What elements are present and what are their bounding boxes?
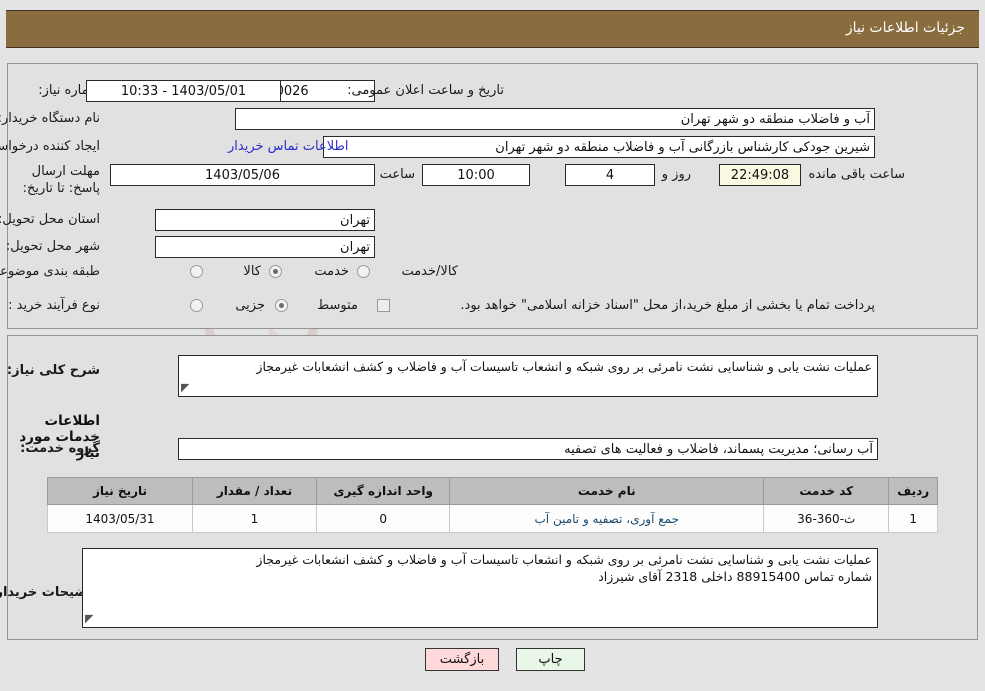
radio-process-medium[interactable] bbox=[275, 299, 288, 312]
cell-quantity: 1 bbox=[191, 504, 318, 533]
province-value[interactable]: تهران bbox=[155, 209, 375, 231]
resize-grip-icon[interactable]: ◥ bbox=[85, 610, 93, 627]
cell-need-date: 1403/05/31 bbox=[47, 504, 193, 533]
resize-grip-icon[interactable]: ◥ bbox=[181, 379, 189, 396]
table-header-row: ردیف کد خدمت نام خدمت واحد اندازه گیری ت… bbox=[47, 477, 938, 505]
buyer-contact-link[interactable]: اطلاعات تماس خریدار bbox=[228, 139, 348, 154]
cell-service-code: ث-360-36 bbox=[763, 504, 890, 533]
remaining-days-label: روز و bbox=[661, 167, 691, 182]
buyer-org-label: نام دستگاه خریدار: bbox=[0, 111, 100, 126]
city-label: شهر محل تحویل: bbox=[5, 239, 100, 254]
radio-category-goods-service-label: کالا/خدمت bbox=[401, 264, 458, 279]
col-unit: واحد اندازه گیری bbox=[315, 477, 451, 505]
print-button[interactable]: چاپ bbox=[516, 648, 585, 671]
summary-textarea[interactable]: عملیات نشت یابی و شناسایی نشت نامرئی بر … bbox=[178, 355, 878, 397]
radio-process-medium-label: متوسط bbox=[317, 298, 358, 313]
buyer-notes-line-1: عملیات نشت یابی و شناسایی نشت نامرئی بر … bbox=[256, 552, 872, 567]
buyer-notes-line-2: شماره تماس 88915400 داخلی 2318 آقای شیرز… bbox=[598, 569, 872, 584]
radio-category-goods-label: کالا bbox=[243, 264, 261, 279]
deadline-label: مهلت ارسال پاسخ: تا تاریخ: bbox=[22, 164, 100, 196]
remaining-days-value[interactable]: 4 bbox=[565, 164, 655, 186]
radio-process-minor[interactable] bbox=[190, 299, 203, 312]
summary-label: شرح کلی نیاز: bbox=[6, 363, 100, 378]
col-need-date: تاریخ نیاز bbox=[47, 477, 193, 505]
radio-category-goods-service[interactable] bbox=[357, 265, 370, 278]
announce-datetime-label: تاریخ و ساعت اعلان عمومی: bbox=[347, 83, 504, 98]
radio-category-service[interactable] bbox=[269, 265, 282, 278]
services-table: ردیف کد خدمت نام خدمت واحد اندازه گیری ت… bbox=[47, 477, 938, 533]
back-button[interactable]: بازگشت bbox=[425, 648, 499, 671]
city-value[interactable]: تهران bbox=[155, 236, 375, 258]
remaining-time-label: ساعت باقی مانده bbox=[808, 167, 905, 182]
table-row[interactable]: 1 ث-360-36 جمع آوری، تصفیه و تامین آب 0 … bbox=[47, 504, 938, 533]
treasury-bonds-checkbox[interactable] bbox=[377, 299, 390, 312]
buyer-notes-textarea[interactable]: عملیات نشت یابی و شناسایی نشت نامرئی بر … bbox=[82, 548, 878, 628]
cell-row-no: 1 bbox=[888, 504, 938, 533]
announce-datetime-value[interactable]: 1403/05/01 - 10:33 bbox=[86, 80, 281, 102]
page-root: AriaTender.net جزئیات اطلاعات نیاز شماره… bbox=[0, 0, 985, 691]
service-group-label: گروه خدمت: bbox=[20, 441, 100, 456]
cell-service-name: جمع آوری، تصفیه و تامین آب bbox=[449, 504, 765, 533]
need-info-panel bbox=[7, 63, 978, 329]
service-group-value[interactable]: آب رسانی؛ مدیریت پسماند، فاضلاب و فعالیت… bbox=[178, 438, 878, 460]
radio-category-service-label: خدمت bbox=[314, 264, 349, 279]
category-label: طبقه بندی موضوعی: bbox=[0, 264, 100, 279]
col-service-name: نام خدمت bbox=[449, 477, 765, 505]
cell-unit: 0 bbox=[315, 504, 451, 533]
col-service-code: کد خدمت bbox=[763, 477, 890, 505]
treasury-bonds-label: پرداخت تمام یا بخشی از مبلغ خرید،از محل … bbox=[460, 298, 875, 313]
summary-text: عملیات نشت یابی و شناسایی نشت نامرئی بر … bbox=[256, 359, 872, 374]
header-bar: جزئیات اطلاعات نیاز bbox=[6, 10, 979, 48]
buyer-org-value[interactable]: آب و فاضلاب منطقه دو شهر تهران bbox=[235, 108, 875, 130]
page-title: جزئیات اطلاعات نیاز bbox=[845, 20, 965, 36]
requester-value[interactable]: شیرین جودکی کارشناس بازرگانی آب و فاضلاب… bbox=[323, 136, 875, 158]
col-row-no: ردیف bbox=[888, 477, 938, 505]
radio-category-goods[interactable] bbox=[190, 265, 203, 278]
deadline-hour-value[interactable]: 10:00 bbox=[422, 164, 530, 186]
deadline-date-value[interactable]: 1403/05/06 bbox=[110, 164, 375, 186]
province-label: استان محل تحویل: bbox=[0, 212, 100, 227]
requester-label: ایجاد کننده درخواست: bbox=[0, 139, 100, 154]
remaining-time-value: 22:49:08 bbox=[719, 164, 801, 186]
col-quantity: تعداد / مقدار bbox=[191, 477, 318, 505]
process-label: نوع فرآیند خرید : bbox=[8, 298, 100, 313]
deadline-hour-label: ساعت bbox=[379, 167, 415, 182]
radio-process-minor-label: جزیی bbox=[235, 298, 265, 313]
